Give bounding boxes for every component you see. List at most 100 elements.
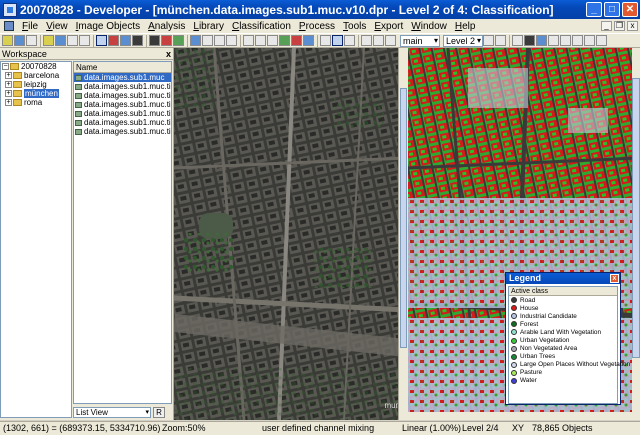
mdi-close-button[interactable]: x — [627, 21, 638, 31]
workspace-close-button[interactable]: x — [166, 49, 171, 59]
grid-icon[interactable] — [226, 35, 237, 46]
image-info-icon[interactable] — [512, 35, 523, 46]
menu-export[interactable]: Export — [370, 21, 407, 32]
list-item[interactable]: data.images.sub1.muc.tiles.t — [74, 109, 171, 118]
run-icon[interactable] — [149, 35, 160, 46]
menu-analysis[interactable]: Analysis — [144, 21, 189, 32]
level-select[interactable]: Level 2 — [443, 34, 483, 47]
legend-item[interactable]: Urban Trees — [509, 353, 617, 361]
list-item[interactable]: data.images.sub1.muc.tiles.t — [74, 100, 171, 109]
menu-classification[interactable]: Classification — [228, 21, 295, 32]
hand-icon[interactable] — [332, 35, 343, 46]
list-item[interactable]: data.images.sub1.muc.tiles.t — [74, 82, 171, 91]
refresh-button[interactable]: R — [153, 406, 165, 418]
mdi-restore-button[interactable]: ❐ — [614, 21, 625, 31]
open-workspace-icon[interactable] — [2, 35, 13, 46]
segmentation-icon[interactable] — [108, 35, 119, 46]
table-icon[interactable] — [572, 35, 583, 46]
right-view-horizontal-scrollbar[interactable] — [408, 412, 632, 420]
tree-item-leipzig[interactable]: + leipzig — [1, 80, 71, 89]
right-view-scrollbar[interactable] — [632, 48, 640, 420]
save-icon[interactable] — [26, 35, 37, 46]
tree-item-barcelona[interactable]: + barcelona — [1, 71, 71, 80]
pan-icon[interactable] — [96, 35, 107, 46]
polygon-icon[interactable] — [303, 35, 314, 46]
info-icon[interactable] — [536, 35, 547, 46]
layer-icon[interactable] — [279, 35, 290, 46]
legend-item[interactable]: Industrial Candidate — [509, 312, 617, 320]
expand-icon[interactable]: + — [5, 81, 12, 88]
tree-item-munchen[interactable]: + münchen — [1, 89, 71, 98]
open-folder-icon[interactable] — [43, 35, 54, 46]
menu-tools[interactable]: Tools — [339, 21, 370, 32]
legend-item[interactable]: Pasture — [509, 369, 617, 377]
column-header-name[interactable]: Name — [74, 62, 171, 73]
map-select[interactable]: main — [400, 34, 440, 47]
class-hierarchy-icon[interactable] — [132, 35, 143, 46]
list-item[interactable]: data.images.sub1.muc — [74, 73, 171, 82]
list-view-select[interactable]: List View — [73, 406, 151, 418]
menu-view[interactable]: View — [42, 21, 72, 32]
satellite-image-view[interactable]: mun — [174, 48, 406, 420]
thematic-layer-icon[interactable] — [548, 35, 559, 46]
legend-item[interactable]: Forest — [509, 320, 617, 328]
mixing-icon[interactable] — [291, 35, 302, 46]
window-layout-icon[interactable] — [190, 35, 201, 46]
level-up-icon[interactable] — [495, 35, 506, 46]
close-button[interactable]: ✕ — [622, 2, 638, 17]
split-horizontal-icon[interactable] — [202, 35, 213, 46]
grid-view-icon[interactable] — [560, 35, 571, 46]
level-down-icon[interactable] — [483, 35, 494, 46]
cursor-icon[interactable] — [320, 35, 331, 46]
settings-icon[interactable] — [596, 35, 607, 46]
list-item[interactable]: data.images.sub1.muc.tiles.t — [74, 127, 171, 136]
list-item[interactable]: data.images.sub1.muc.tiles.t — [74, 118, 171, 127]
menu-image-objects[interactable]: Image Objects — [72, 21, 144, 32]
zoom-area-icon[interactable] — [344, 35, 355, 46]
menu-library[interactable]: Library — [189, 21, 228, 32]
expand-icon[interactable]: + — [5, 90, 12, 97]
expand-icon[interactable]: + — [5, 99, 12, 106]
view-layer-icon[interactable] — [161, 35, 172, 46]
save-project-icon[interactable] — [55, 35, 66, 46]
import-icon[interactable] — [67, 35, 78, 46]
menu-file[interactable]: File — [18, 21, 42, 32]
legend-item[interactable]: Non Vegetated Area — [509, 345, 617, 353]
legend-item[interactable]: Urban Vegetation — [509, 336, 617, 344]
menu-process[interactable]: Process — [295, 21, 339, 32]
legend-item[interactable]: Arable Land With Vegetation — [509, 328, 617, 336]
zoom-in-icon[interactable] — [373, 35, 384, 46]
document-icon[interactable] — [4, 21, 14, 31]
tree-item-roma[interactable]: + roma — [1, 98, 71, 107]
split-vertical-icon[interactable] — [214, 35, 225, 46]
menu-window[interactable]: Window — [407, 21, 451, 32]
expand-icon[interactable]: + — [5, 72, 12, 79]
legend-item[interactable]: Road — [509, 296, 617, 304]
minimize-button[interactable]: _ — [586, 2, 602, 17]
export-icon[interactable] — [79, 35, 90, 46]
legend-item[interactable]: Water — [509, 377, 617, 385]
zoom-out-icon[interactable] — [361, 35, 372, 46]
legend-close-button[interactable]: x — [610, 274, 619, 283]
menu-help[interactable]: Help — [451, 21, 480, 32]
image-view-icon[interactable] — [243, 35, 254, 46]
collapse-icon[interactable]: − — [2, 63, 9, 70]
scrollbar-thumb[interactable] — [632, 78, 640, 358]
legend-icon[interactable] — [584, 35, 595, 46]
feature-icon[interactable] — [524, 35, 535, 46]
zoom-fit-icon[interactable] — [385, 35, 396, 46]
objects-icon[interactable] — [120, 35, 131, 46]
view-classification-icon[interactable] — [173, 35, 184, 46]
maximize-button[interactable]: □ — [604, 2, 620, 17]
new-project-icon[interactable] — [14, 35, 25, 46]
legend-item[interactable]: Large Open Places Without Vegetation — [509, 361, 630, 369]
left-view-scrollbar[interactable] — [398, 48, 408, 420]
legend-title-bar[interactable]: Legend x — [506, 273, 620, 284]
tree-item-20070828[interactable]: − 20070828 — [1, 62, 71, 71]
legend-item[interactable]: House — [509, 304, 617, 312]
list-item[interactable]: data.images.sub1.muc.tiles.t — [74, 91, 171, 100]
outline-icon[interactable] — [267, 35, 278, 46]
mdi-minimize-button[interactable]: _ — [601, 21, 612, 31]
object-mean-icon[interactable] — [255, 35, 266, 46]
scrollbar-thumb[interactable] — [400, 88, 407, 348]
